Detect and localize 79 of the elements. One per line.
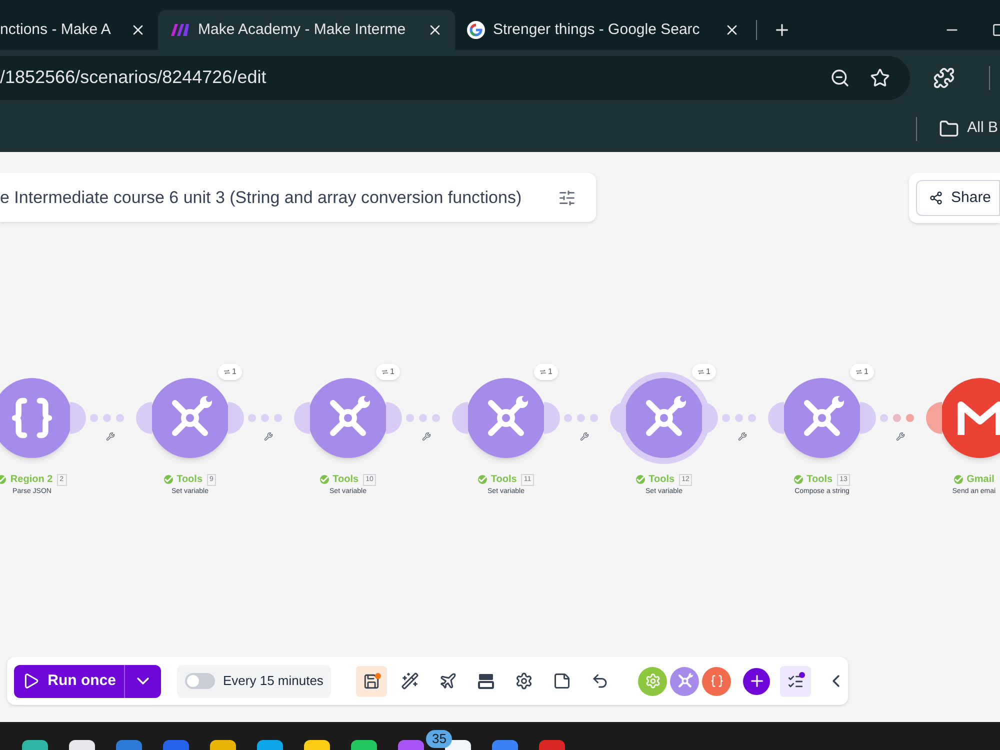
flow-control-icon[interactable]	[477, 672, 496, 690]
filter-wrench-icon[interactable]	[580, 432, 589, 441]
checklist-button[interactable]	[780, 666, 812, 696]
braces-app-icon[interactable]	[702, 666, 732, 696]
browser-tab[interactable]: nctions - Make A	[0, 10, 158, 50]
taskbar-app-icon[interactable]	[210, 740, 236, 750]
operation-count-badge: 1	[692, 364, 716, 380]
browser-tab[interactable]: Strenger things - Google Searc	[455, 10, 752, 50]
module-app-name: Tools	[332, 473, 359, 487]
filter-wrench-icon[interactable]	[896, 432, 905, 441]
filter-wrench-icon[interactable]	[738, 432, 747, 441]
schedule-setting[interactable]: Every 15 minutes	[177, 664, 332, 698]
scenario-title: e Intermediate course 6 unit 3 (String and array conversion functions)	[0, 186, 522, 209]
module-app-name: Tools	[176, 473, 203, 487]
braces-icon	[710, 674, 724, 688]
module-app-name: Tools	[490, 473, 517, 487]
tab-title: nctions - Make A	[0, 20, 112, 40]
zoom-out-icon[interactable]	[830, 68, 850, 88]
operations-icon	[224, 369, 230, 375]
share-icon	[929, 191, 943, 205]
taskbar-app-icon[interactable]	[257, 740, 283, 750]
tab-title: Strenger things - Google Searc	[493, 20, 701, 40]
success-check-icon	[164, 475, 173, 484]
operations-icon	[382, 369, 388, 375]
success-check-icon	[794, 475, 803, 484]
make-logo-icon	[170, 23, 190, 37]
share-button[interactable]: Share	[916, 180, 1000, 216]
module-node[interactable]	[624, 378, 704, 458]
add-module-button[interactable]	[743, 668, 770, 694]
operation-count-badge: 1	[218, 364, 242, 380]
filter-wrench-icon[interactable]	[264, 432, 273, 441]
envelope-m-icon	[957, 399, 1000, 437]
airplane-icon[interactable]	[439, 672, 458, 690]
save-icon	[363, 672, 380, 690]
new-tab-icon[interactable]	[773, 21, 791, 39]
module-app-name: Gmail	[966, 473, 994, 487]
bookmark-star-icon[interactable]	[870, 68, 890, 88]
settings-icon[interactable]	[515, 672, 534, 690]
success-check-icon	[954, 475, 963, 484]
undo-icon[interactable]	[591, 672, 610, 690]
gear-icon	[644, 673, 661, 689]
taskbar-app-icon[interactable]	[304, 740, 330, 750]
filter-wrench-icon[interactable]	[422, 432, 431, 441]
play-icon	[22, 672, 40, 690]
notes-icon[interactable]	[553, 672, 572, 690]
folder-icon	[939, 118, 960, 138]
success-check-icon	[478, 475, 487, 484]
module-app-name: Region 2	[10, 473, 53, 487]
notification-count-badge: 35	[426, 730, 452, 748]
operation-count-badge: 1	[376, 364, 400, 380]
save-button[interactable]	[356, 666, 388, 696]
filter-wrench-icon[interactable]	[106, 432, 115, 441]
tab-title: Make Academy - Make Interme	[198, 20, 407, 40]
settings-sliders-icon[interactable]	[558, 188, 576, 206]
tools-mini-icon	[676, 672, 694, 690]
taskbar-app-icon[interactable]	[69, 740, 95, 750]
module-app-name: Tools	[648, 473, 675, 487]
url-text: /1852566/scenarios/8244726/edit	[0, 66, 268, 89]
success-check-icon	[320, 475, 329, 484]
operations-icon	[856, 369, 862, 375]
braces-icon	[9, 395, 55, 441]
google-logo-icon	[467, 21, 485, 39]
module-node[interactable]	[940, 378, 1000, 458]
bookmarks-folder[interactable]: All B	[939, 117, 1000, 140]
schedule-toggle[interactable]	[185, 673, 215, 689]
success-check-icon	[636, 475, 645, 484]
scenario-title-bar[interactable]: e Intermediate course 6 unit 3 (String and array conversion functions)	[0, 173, 596, 222]
taskbar-app-icon[interactable]	[22, 740, 48, 750]
tools-app-icon[interactable]	[670, 666, 700, 696]
browser-tab[interactable]: Make Academy - Make Interme	[158, 10, 455, 50]
address-bar[interactable]: /1852566/scenarios/8244726/edit	[0, 56, 910, 100]
operation-count-badge: 1	[534, 364, 558, 380]
auto-align-wand-icon[interactable]	[401, 672, 420, 690]
operations-icon	[540, 369, 546, 375]
module-app-name: Tools	[806, 473, 833, 487]
extensions-icon[interactable]	[933, 66, 955, 88]
taskbar-app-icon[interactable]	[351, 740, 377, 750]
operation-count-badge: 1	[850, 364, 874, 380]
operations-icon	[698, 369, 704, 375]
